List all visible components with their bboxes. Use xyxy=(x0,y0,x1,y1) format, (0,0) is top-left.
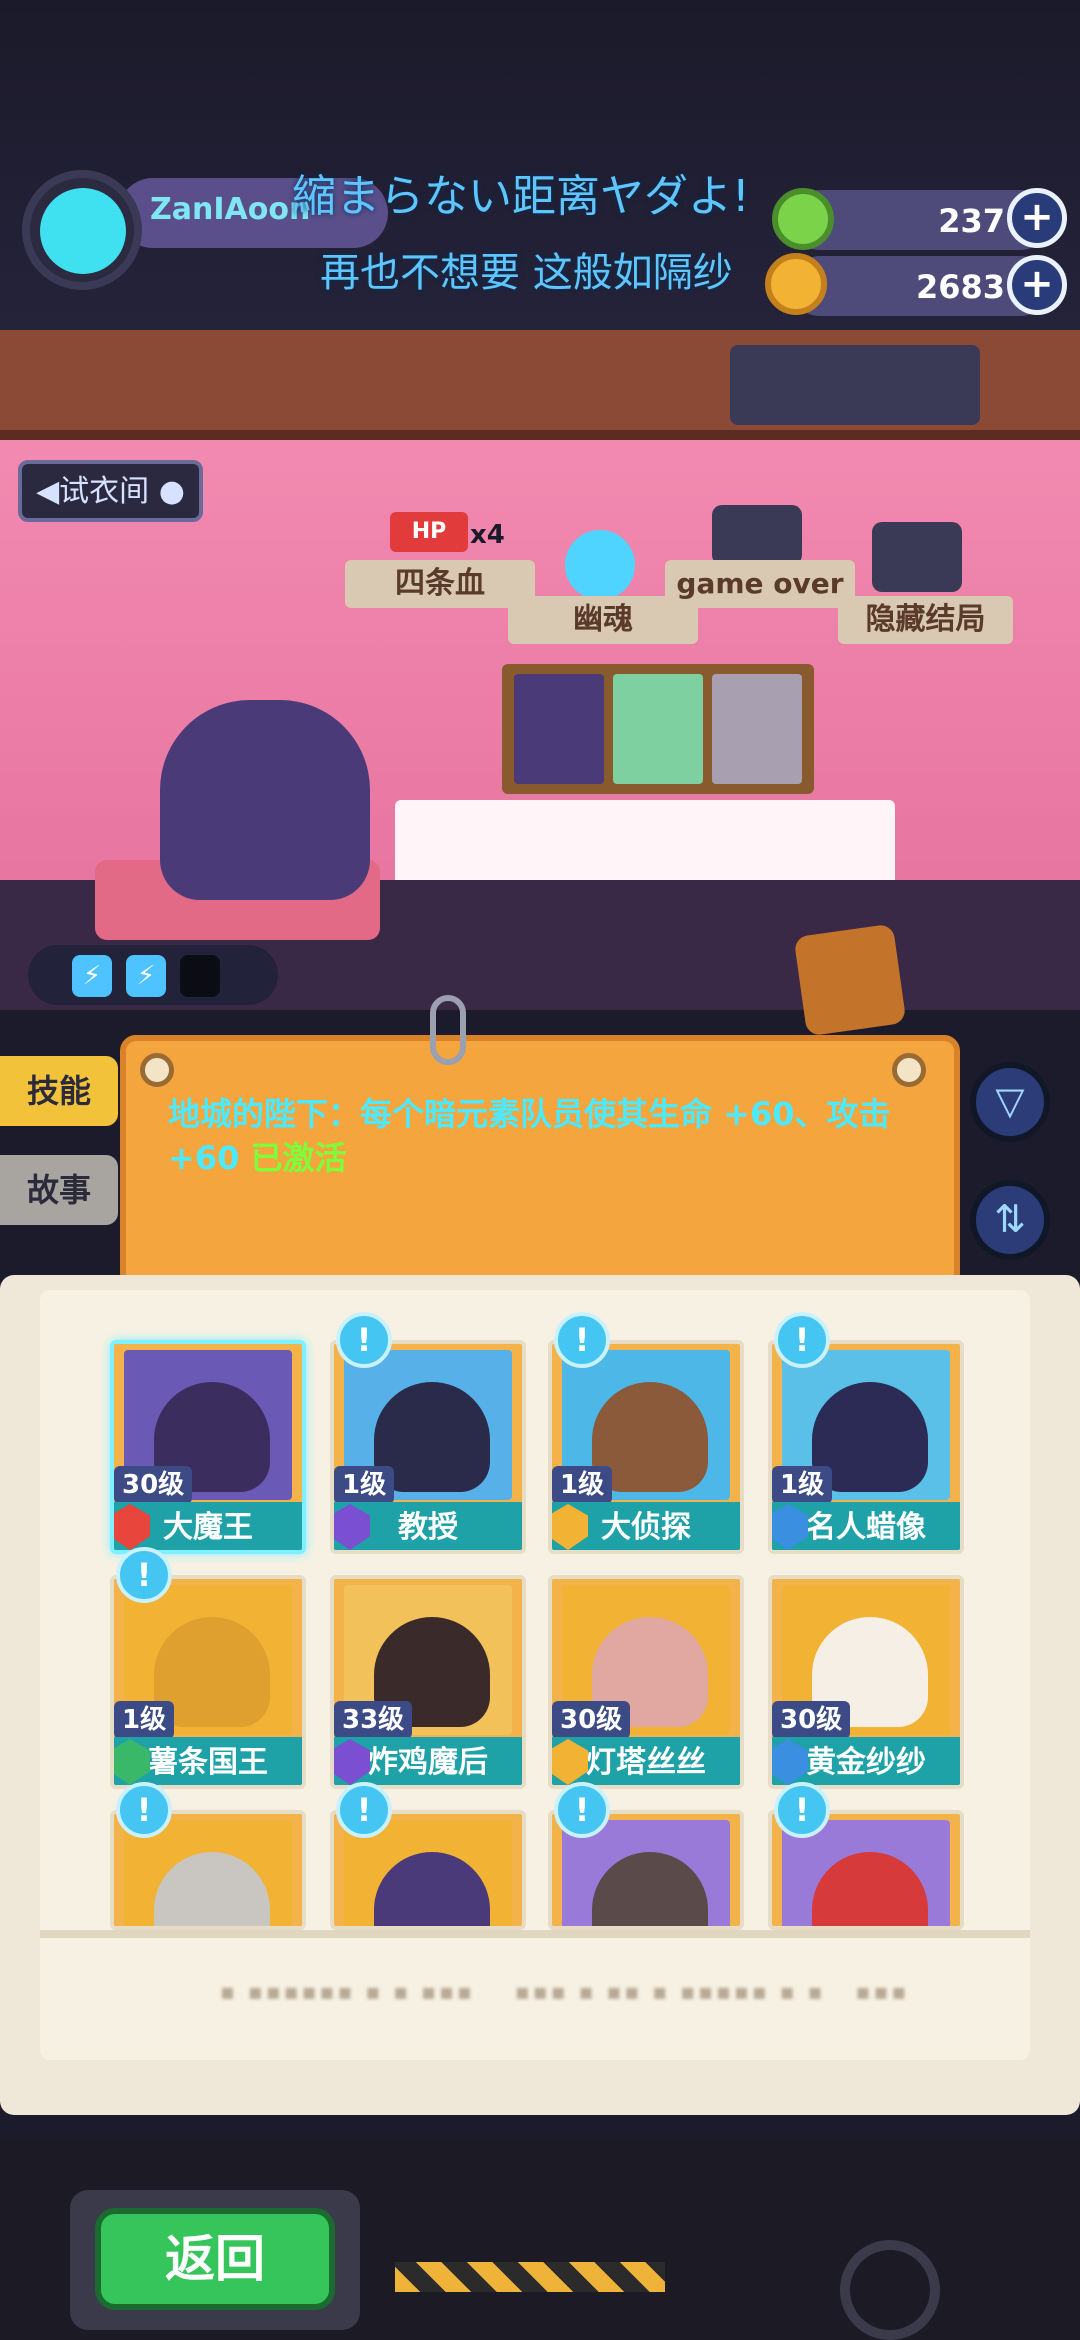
tag-game-over: game over xyxy=(665,560,855,608)
trial-room-button[interactable]: ◀试衣间 ● xyxy=(18,460,203,522)
filter-button[interactable]: ▽ xyxy=(970,1062,1050,1142)
character-card[interactable]: 1级 薯条国王 xyxy=(110,1575,306,1789)
add-donut-button[interactable]: + xyxy=(1007,188,1067,248)
character-card[interactable]: 30级 大魔王 xyxy=(110,1340,306,1554)
tag-hidden-ending: 隐藏结局 xyxy=(838,596,1013,644)
pin-icon xyxy=(140,1053,174,1087)
alert-bubble-icon: ! xyxy=(336,1782,392,1838)
alert-bubble-icon: ! xyxy=(116,1782,172,1838)
lyric-line-1: 縮まらない距离ヤダよ! xyxy=(292,171,750,222)
tag-four-hp: 四条血 xyxy=(345,560,535,608)
character-card[interactable]: 30级 灯塔丝丝 xyxy=(548,1575,744,1789)
paper-clip-icon xyxy=(430,995,466,1065)
green-donut-coin-icon xyxy=(772,188,834,250)
dark-lord-character xyxy=(160,700,370,900)
cat-avatar-icon xyxy=(40,188,126,274)
character-level: 30级 xyxy=(552,1701,631,1739)
ghost-skull-icon xyxy=(565,530,635,600)
donut-count: 237 xyxy=(938,202,1005,240)
character-card[interactable]: 30级 黄金纱纱 xyxy=(768,1575,964,1789)
character-card[interactable]: 1级 名人蜡像 xyxy=(768,1340,964,1554)
character-level: 30级 xyxy=(114,1466,193,1504)
tab-skill[interactable]: 技能 xyxy=(0,1056,118,1126)
wardrobe-toggle-icon[interactable] xyxy=(793,923,907,1037)
hazard-stripe xyxy=(395,2262,665,2292)
alert-bubble-icon: ! xyxy=(774,1312,830,1368)
back-button[interactable]: 返回 xyxy=(95,2208,335,2310)
page-divider xyxy=(40,1930,1030,1938)
character-level: 1级 xyxy=(772,1466,833,1504)
gold-planet-coin-icon xyxy=(765,253,827,315)
character-card[interactable]: 1级 教授 xyxy=(330,1340,526,1554)
hp-icon: HP xyxy=(390,512,468,552)
pin-icon xyxy=(892,1053,926,1087)
ghost-panel xyxy=(730,345,980,425)
gold-count: 2683 xyxy=(915,268,1005,306)
tab-story[interactable]: 故事 xyxy=(0,1155,118,1225)
character-level: 1级 xyxy=(114,1701,175,1739)
tombstone-tv-icon xyxy=(712,505,802,565)
energy-cell-icon: ⚡ xyxy=(72,955,112,997)
hidden-ending-tv-icon xyxy=(872,522,962,592)
alert-bubble-icon: ! xyxy=(774,1782,830,1838)
alert-bubble-icon: ! xyxy=(554,1312,610,1368)
add-gold-button[interactable]: + xyxy=(1007,255,1067,315)
alert-bubble-icon: ! xyxy=(336,1312,392,1368)
portrait-gray xyxy=(712,674,802,784)
player-name: ZanIAoon xyxy=(150,192,311,227)
alert-bubble-icon: ! xyxy=(554,1782,610,1838)
hp-multiplier: x4 xyxy=(470,520,505,550)
character-level: 30级 xyxy=(772,1701,851,1739)
sort-button[interactable]: ⇅ xyxy=(970,1180,1050,1260)
lyric-line-2: 再也不想要 这般如隔纱 xyxy=(320,250,733,296)
character-card[interactable]: 33级 炸鸡魔后 xyxy=(330,1575,526,1789)
energy-cell-icon: ⚡ xyxy=(126,955,166,997)
skill-activated-status: 已激活 xyxy=(250,1139,347,1177)
portrait-dark-lord xyxy=(514,674,604,784)
blurred-hint-text: ▪ ▪▪▪▪▪▪ ▪ ▪ ▪▪▪ ▪▪▪ ▪ ▪▪ ▪ ▪▪▪▪▪ ▪ ▪ ▪▪… xyxy=(220,1980,910,2005)
character-level: 1级 xyxy=(334,1466,395,1504)
alert-bubble-icon: ! xyxy=(116,1547,172,1603)
skill-description: 地城的陛下：每个暗元素队员使其生命 +60、攻击 +60 已激活 xyxy=(168,1092,908,1180)
character-level: 33级 xyxy=(334,1701,413,1739)
gear-icon xyxy=(840,2240,940,2340)
character-level: 1级 xyxy=(552,1466,613,1504)
portrait-rainbow xyxy=(613,674,703,784)
empty-energy-cell xyxy=(180,955,220,997)
character-card[interactable]: 1级 大侦探 xyxy=(548,1340,744,1554)
